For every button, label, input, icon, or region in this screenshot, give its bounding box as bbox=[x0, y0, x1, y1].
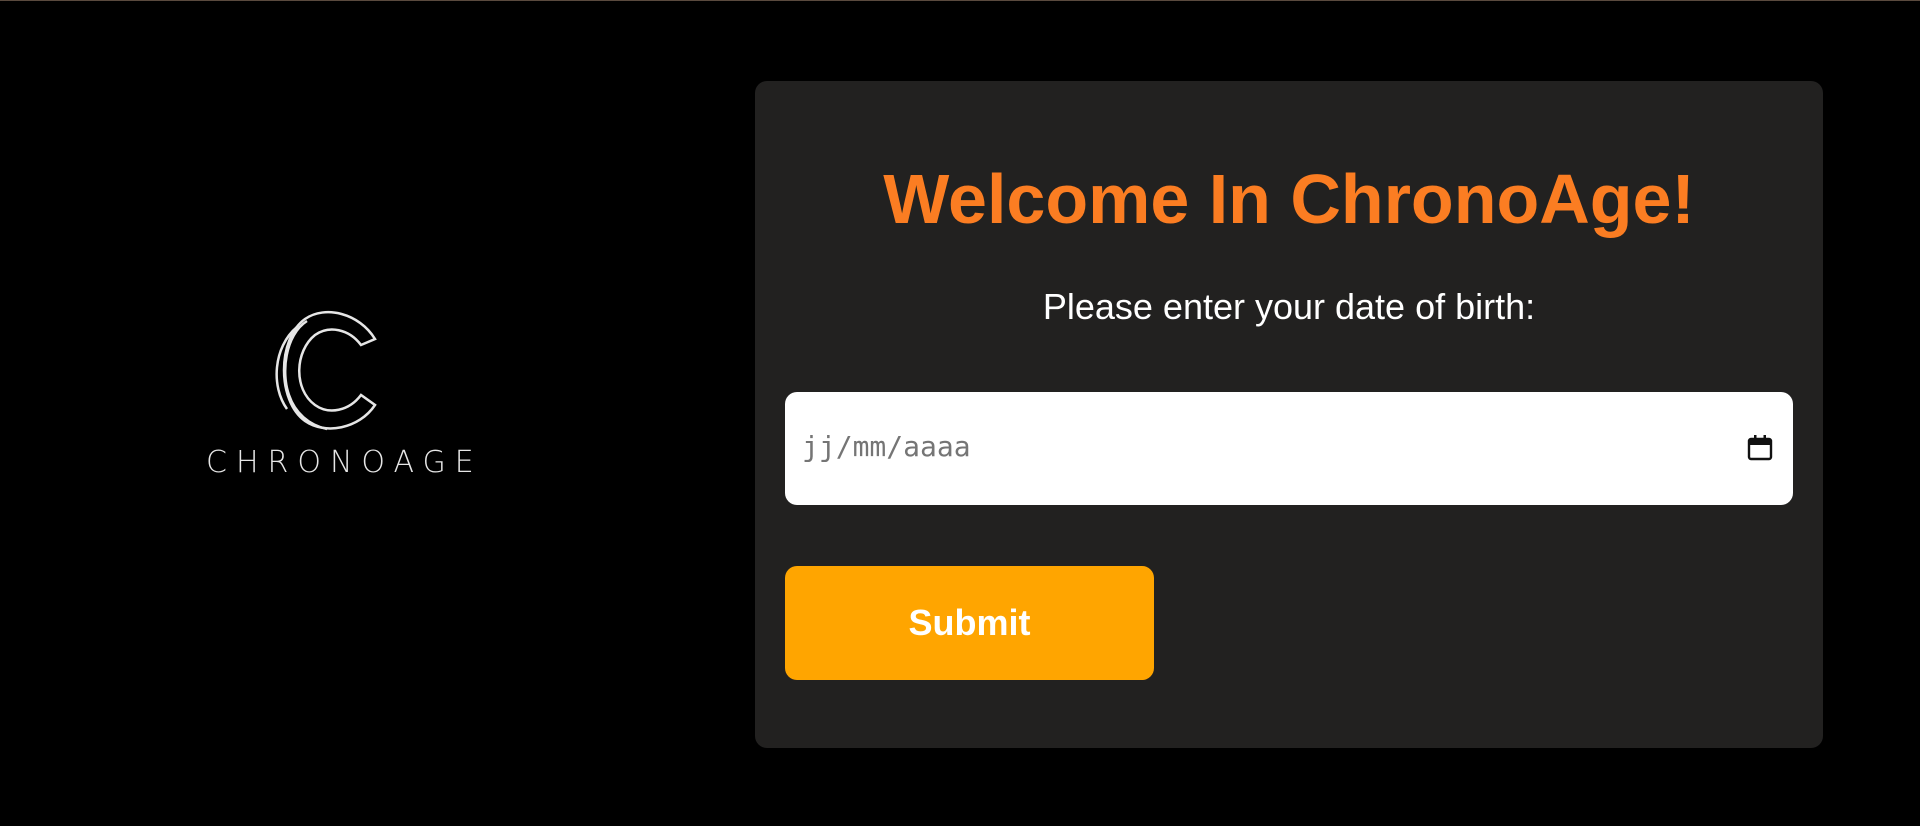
calendar-icon[interactable] bbox=[1747, 434, 1773, 462]
date-input-placeholder: jj/mm/aaaa bbox=[802, 430, 971, 463]
page-title: Welcome In ChronoAge! bbox=[883, 160, 1695, 238]
logo-text: CHRONOAGE bbox=[206, 445, 483, 480]
logo: CHRONOAGE bbox=[195, 295, 483, 495]
date-of-birth-prompt: Please enter your date of birth: bbox=[1042, 286, 1536, 327]
date-of-birth-input[interactable]: jj/mm/aaaa bbox=[785, 392, 1793, 505]
welcome-card: Welcome In ChronoAge! Please enter your … bbox=[755, 81, 1823, 748]
chronoage-c-logo-icon bbox=[275, 310, 377, 431]
submit-button[interactable]: Submit bbox=[785, 566, 1154, 680]
top-border-line bbox=[0, 0, 1920, 1]
